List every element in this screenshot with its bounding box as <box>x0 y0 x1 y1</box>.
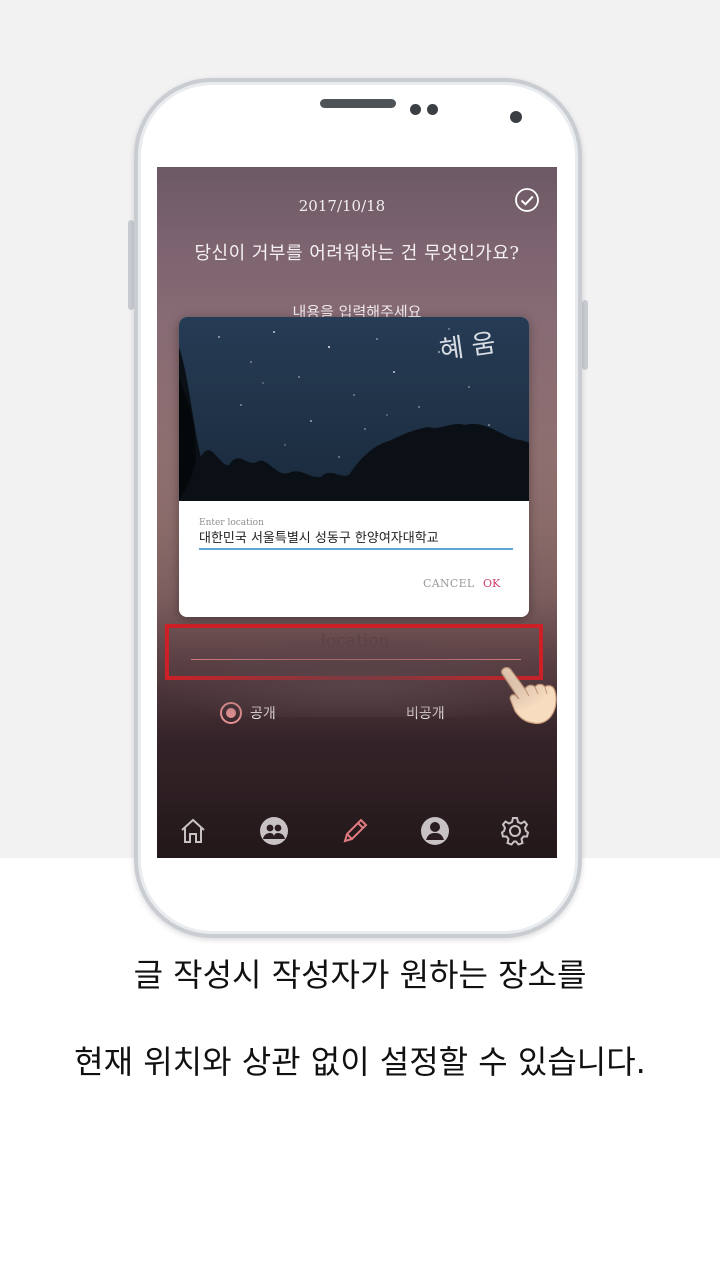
pointing-hand-icon <box>500 667 557 725</box>
phone-side-button <box>582 300 588 370</box>
public-label[interactable]: 공개 <box>250 703 276 723</box>
ok-button[interactable]: OK <box>483 577 500 590</box>
location-dialog: 혜 움 Enter location 대한민국 서울특별시 성동구 한양여자대학… <box>179 317 529 617</box>
location-field-underline <box>191 659 521 660</box>
check-circle-icon[interactable] <box>514 187 540 213</box>
radio-selected-dot <box>226 708 236 718</box>
profile-icon[interactable] <box>419 815 451 847</box>
phone-sensor <box>410 104 421 115</box>
location-input-underline <box>199 548 513 550</box>
phone-speaker <box>320 99 396 108</box>
cancel-button[interactable]: CANCEL <box>423 577 475 590</box>
phone-sensor <box>427 104 438 115</box>
home-icon[interactable] <box>177 815 209 847</box>
location-field-placeholder: location <box>320 631 390 651</box>
app-screen: 2017/10/18 당신이 거부를 어려워하는 건 무엇인가요? 내용을 입력… <box>157 167 557 858</box>
night-sky-image: 혜 움 <box>179 317 529 501</box>
friends-icon[interactable] <box>258 815 290 847</box>
phone-camera <box>510 111 522 123</box>
private-label[interactable]: 비공개 <box>406 703 445 723</box>
caption-line-1: 글 작성시 작성자가 원하는 장소를 <box>133 956 587 994</box>
location-input[interactable]: 대한민국 서울특별시 성동구 한양여자대학교 <box>199 527 439 546</box>
gear-icon[interactable] <box>499 815 531 847</box>
entry-date: 2017/10/18 <box>298 197 386 215</box>
caption-line-2: 현재 위치와 상관 없이 설정할 수 있습니다. <box>74 1043 646 1081</box>
question-text: 당신이 거부를 어려워하는 건 무엇인가요? <box>194 243 520 264</box>
public-radio[interactable] <box>220 702 242 724</box>
location-field-highlight[interactable]: location <box>165 624 543 680</box>
content-placeholder: 내용을 입력해주세요 <box>292 303 422 317</box>
pencil-icon[interactable] <box>339 815 371 847</box>
dialog-body: Enter location 대한민국 서울특별시 성동구 한양여자대학교 CA… <box>179 501 529 617</box>
